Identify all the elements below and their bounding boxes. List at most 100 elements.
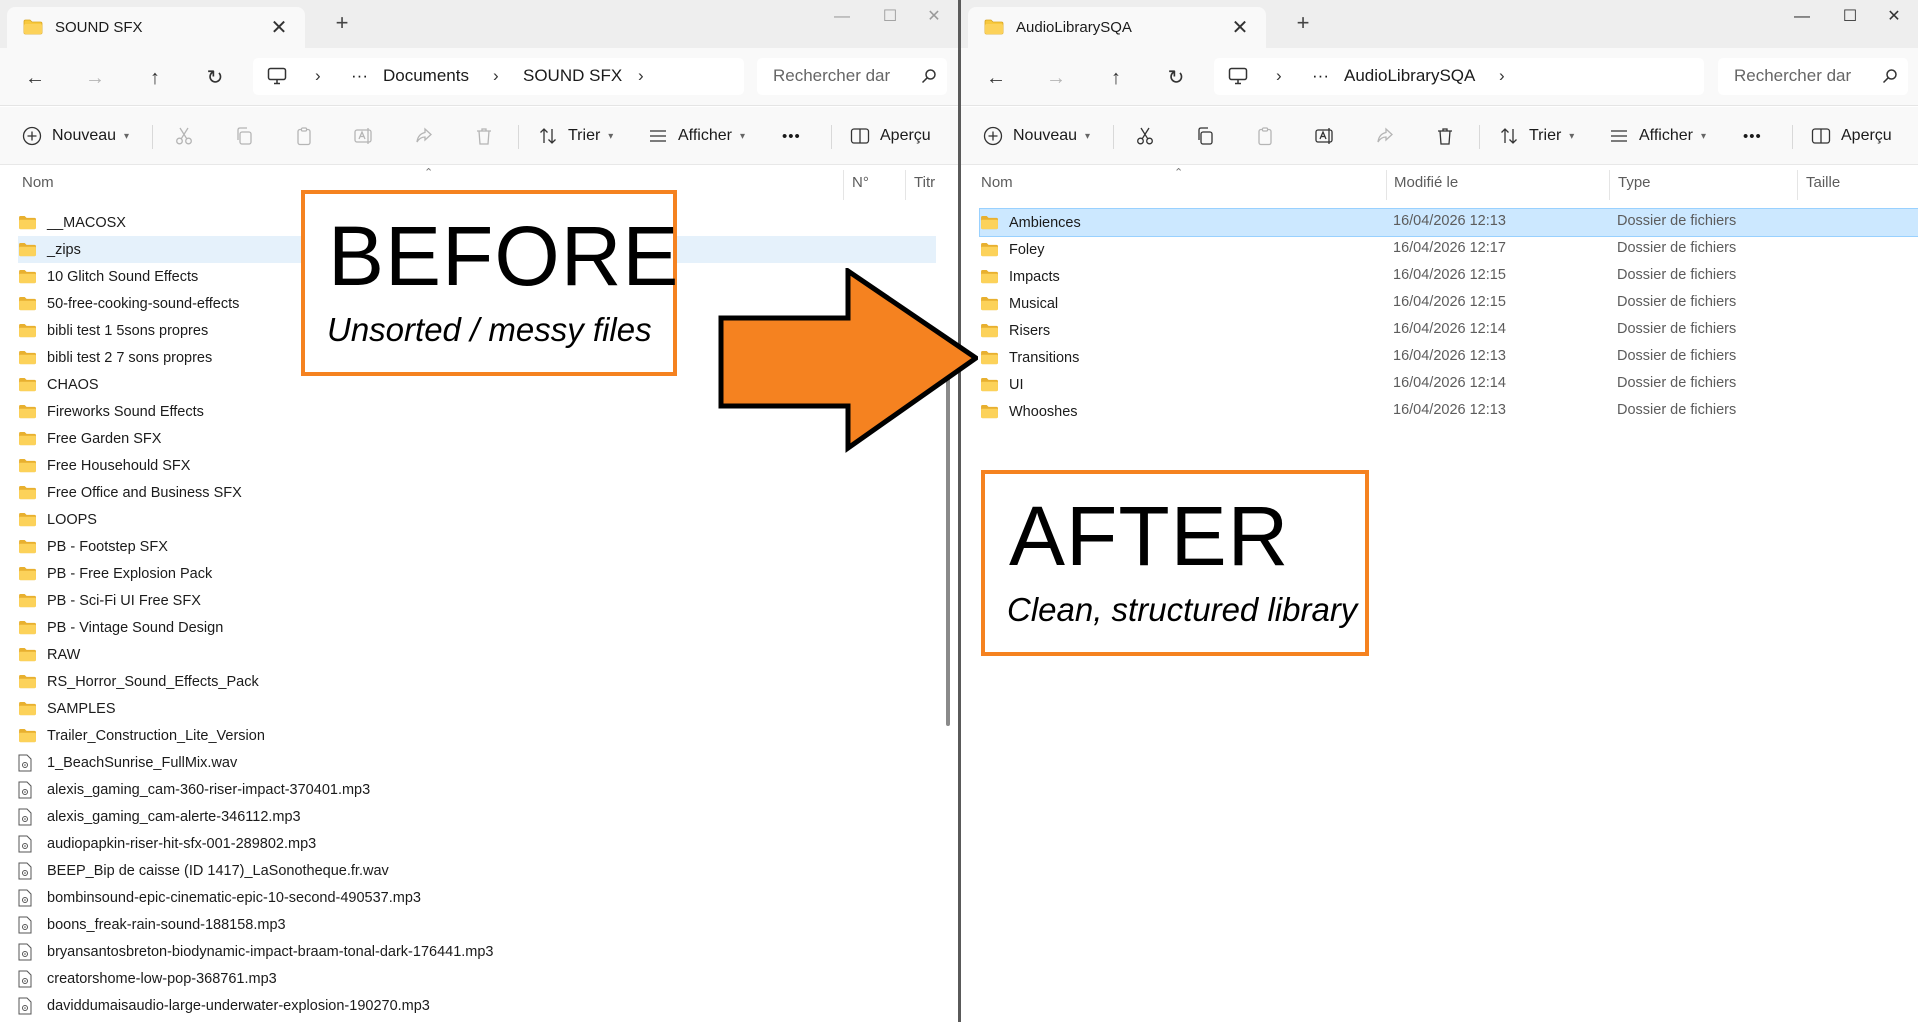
list-item[interactable]: Free Office and Business SFX (18, 479, 936, 506)
list-item[interactable]: alexis_gaming_cam-alerte-346112.mp3 (18, 803, 936, 830)
copy-icon[interactable] (1192, 123, 1218, 149)
arrow-left-icon[interactable]: ← (981, 63, 1011, 93)
list-item[interactable]: Musical 16/04/2026 12:15 Dossier de fichie… (980, 290, 1918, 317)
close-window-icon[interactable]: ✕ (914, 2, 954, 32)
list-item[interactable]: creatorshome-low-pop-368761.mp3 (18, 965, 936, 992)
item-name: Free Office and Business SFX (47, 484, 242, 501)
preview-button[interactable]: Aperçu (850, 121, 931, 151)
arrow-left-icon[interactable]: ← (20, 63, 50, 93)
list-item[interactable]: Impacts 16/04/2026 12:15 Dossier de fichie… (980, 263, 1918, 290)
breadcrumb-documents[interactable]: Documents (383, 66, 469, 86)
list-item[interactable]: PB - Footstep SFX (18, 533, 936, 560)
refresh-icon[interactable]: ↻ (1161, 63, 1191, 93)
list-item[interactable]: Risers 16/04/2026 12:14 Dossier de fichier… (980, 317, 1918, 344)
column-modified[interactable]: Modifié le (1394, 174, 1458, 191)
address-bar[interactable]: › ··· AudioLibrarySQA › (1214, 58, 1704, 95)
list-item[interactable]: boons_freak-rain-sound-188158.mp3 (18, 911, 936, 938)
close-tab-icon[interactable]: ✕ (267, 15, 291, 40)
breadcrumb-sound-sfx[interactable]: SOUND SFX (523, 66, 622, 86)
new-tab-icon[interactable]: + (328, 10, 356, 36)
refresh-icon[interactable]: ↻ (200, 63, 230, 93)
item-type: Dossier de fichiers (1617, 321, 1737, 337)
list-item[interactable]: bryansantosbreton-biodynamic-impact-braa… (18, 938, 936, 965)
folder-icon (18, 377, 38, 392)
list-item[interactable]: 1_BeachSunrise_FullMix.wav (18, 749, 936, 776)
maximize-icon[interactable]: ☐ (870, 2, 910, 32)
list-item[interactable]: SAMPLES (18, 695, 936, 722)
audio-file-icon (18, 889, 38, 907)
view-button[interactable]: Afficher ▾ (648, 121, 745, 151)
arrow-up-icon[interactable]: ↑ (1101, 63, 1131, 93)
clipboard-icon[interactable] (1252, 123, 1278, 149)
search-input[interactable] (1734, 66, 1874, 86)
arrow-right-icon[interactable]: → (1041, 63, 1071, 93)
list-item[interactable]: daviddumaisaudio-large-underwater-explos… (18, 992, 936, 1019)
column-name[interactable]: Nom (22, 174, 54, 191)
preview-button[interactable]: Aperçu (1811, 121, 1892, 151)
column-name[interactable]: Nom (981, 174, 1013, 191)
share-icon[interactable] (1372, 123, 1398, 149)
arrow-right-icon[interactable]: → (80, 63, 110, 93)
column-number[interactable]: N° (852, 174, 869, 191)
list-item[interactable]: PB - Free Explosion Pack (18, 560, 936, 587)
preview-pane-icon (1811, 127, 1831, 145)
list-item[interactable]: Foley 16/04/2026 12:17 Dossier de fichiers (980, 236, 1918, 263)
list-item[interactable]: Whooshes 16/04/2026 12:13 Dossier de fichi… (980, 398, 1918, 425)
breadcrumb-audiolibrarysqa[interactable]: AudioLibrarySQA (1344, 66, 1475, 86)
list-item[interactable]: RAW (18, 641, 936, 668)
copy-icon[interactable] (231, 123, 257, 149)
item-name: PB - Free Explosion Pack (47, 565, 213, 582)
list-item[interactable]: LOOPS (18, 506, 936, 533)
list-item[interactable]: UI 16/04/2026 12:14 Dossier de fichiers (980, 371, 1918, 398)
breadcrumb-more[interactable]: ··· (1312, 66, 1329, 86)
close-window-icon[interactable]: ✕ (1874, 2, 1914, 32)
arrow-up-icon[interactable]: ↑ (140, 63, 170, 93)
trash-icon[interactable] (471, 123, 497, 149)
list-item[interactable]: audiopapkin-riser-hit-sfx-001-289802.mp3 (18, 830, 936, 857)
scissors-icon[interactable] (171, 123, 197, 149)
minimize-icon[interactable]: — (1782, 2, 1822, 32)
list-item[interactable]: RS_Horror_Sound_Effects_Pack (18, 668, 936, 695)
list-view-icon (648, 126, 668, 146)
folder-icon (18, 728, 38, 743)
address-bar[interactable]: › ··· Documents › SOUND SFX › (253, 58, 744, 95)
new-button[interactable]: Nouveau ▾ (22, 121, 129, 151)
search-box[interactable] (1718, 58, 1908, 95)
minimize-icon[interactable]: — (822, 2, 862, 32)
list-item[interactable]: PB - Vintage Sound Design (18, 614, 936, 641)
scissors-icon[interactable] (1132, 123, 1158, 149)
search-box[interactable] (757, 58, 947, 95)
list-item[interactable]: alexis_gaming_cam-360-riser-impact-37040… (18, 776, 936, 803)
list-item[interactable]: BEEP_Bip de caisse (ID 1417)_LaSonothequ… (18, 857, 936, 884)
list-item[interactable]: PB - Sci-Fi UI Free SFX (18, 587, 936, 614)
new-tab-icon[interactable]: + (1289, 10, 1317, 36)
rename-icon[interactable] (1312, 123, 1338, 149)
more-options-button[interactable]: ••• (782, 121, 801, 151)
list-item[interactable]: Trailer_Construction_Lite_Version (18, 722, 936, 749)
list-item[interactable]: Ambiences 16/04/2026 12:13 Dossier de fich… (979, 208, 1918, 237)
sort-button[interactable]: Trier ▾ (538, 121, 613, 151)
folder-icon (18, 350, 38, 365)
tab-audiolibrarysqa[interactable]: AudioLibrarySQA ✕ (968, 7, 1266, 48)
close-tab-icon[interactable]: ✕ (1228, 15, 1252, 40)
tab-sound-sfx[interactable]: SOUND SFX ✕ (7, 7, 305, 48)
column-size[interactable]: Taille (1806, 174, 1840, 191)
column-type[interactable]: Type (1618, 174, 1651, 191)
maximize-icon[interactable]: ☐ (1830, 2, 1870, 32)
view-button[interactable]: Afficher ▾ (1609, 121, 1706, 151)
breadcrumb-more[interactable]: ··· (351, 66, 368, 86)
share-icon[interactable] (411, 123, 437, 149)
new-button[interactable]: Nouveau ▾ (983, 121, 1090, 151)
trash-icon[interactable] (1432, 123, 1458, 149)
sort-button[interactable]: Trier ▾ (1499, 121, 1574, 151)
clipboard-icon[interactable] (291, 123, 317, 149)
list-item[interactable]: Transitions 16/04/2026 12:13 Dossier de fi… (980, 344, 1918, 371)
audio-file-icon (18, 916, 38, 934)
command-bar: Nouveau ▾ Trier ▾ Afficher ▾ ••• Aperçu (961, 107, 1918, 165)
rename-icon[interactable] (351, 123, 377, 149)
more-options-button[interactable]: ••• (1743, 121, 1762, 151)
search-input[interactable] (773, 66, 913, 86)
list-item[interactable]: bombinsound-epic-cinematic-epic-10-secon… (18, 884, 936, 911)
column-title[interactable]: Titr (914, 174, 935, 191)
item-modified: 16/04/2026 12:15 (1393, 294, 1506, 310)
